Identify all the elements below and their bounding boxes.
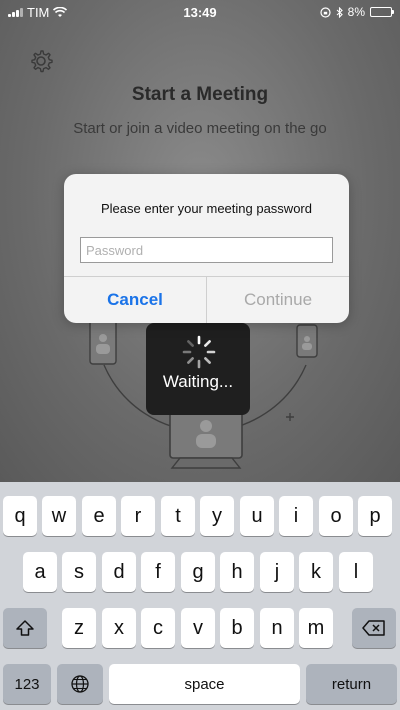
cancel-button[interactable]: Cancel <box>64 277 207 323</box>
key-z[interactable]: z <box>62 608 96 648</box>
numbers-key[interactable]: 123 <box>3 664 51 704</box>
key-c[interactable]: c <box>141 608 175 648</box>
key-l[interactable]: l <box>339 552 373 592</box>
key-j[interactable]: j <box>260 552 294 592</box>
globe-key[interactable] <box>57 664 103 704</box>
page-subtitle: Start or join a video meeting on the go <box>73 120 327 137</box>
backspace-icon <box>362 620 385 636</box>
key-g[interactable]: g <box>181 552 215 592</box>
return-key[interactable]: return <box>306 664 397 704</box>
dialog-message: Please enter your meeting password <box>100 201 312 216</box>
key-d[interactable]: d <box>102 552 136 592</box>
key-e[interactable]: e <box>82 496 116 536</box>
key-v[interactable]: v <box>181 608 215 648</box>
orientation-lock-icon <box>320 6 331 18</box>
carrier-label: TIM <box>27 4 50 20</box>
battery-icon <box>370 7 394 17</box>
app-screen: TIM 13:49 8% Start a Meeting Start or jo… <box>0 0 400 482</box>
status-right: 8% <box>242 5 394 19</box>
shift-icon <box>16 620 34 636</box>
key-a[interactable]: a <box>23 552 57 592</box>
continue-button[interactable]: Continue <box>207 277 349 323</box>
key-m[interactable]: m <box>299 608 333 648</box>
password-dialog: Please enter your meeting password Cance… <box>64 174 349 323</box>
battery-percent: 8% <box>347 5 365 19</box>
loading-spinner-icon <box>182 335 216 369</box>
key-i[interactable]: i <box>279 496 313 536</box>
bluetooth-icon <box>336 6 343 18</box>
key-q[interactable]: q <box>3 496 37 536</box>
key-u[interactable]: u <box>240 496 274 536</box>
status-bar: TIM 13:49 8% <box>0 0 400 24</box>
wifi-icon <box>53 6 68 17</box>
globe-icon <box>71 675 89 693</box>
key-t[interactable]: t <box>161 496 195 536</box>
key-n[interactable]: n <box>260 608 294 648</box>
key-k[interactable]: k <box>299 552 333 592</box>
loading-text: Waiting... <box>162 372 234 391</box>
password-input[interactable] <box>80 237 333 263</box>
signal-icon <box>8 7 23 17</box>
key-f[interactable]: f <box>141 552 175 592</box>
key-x[interactable]: x <box>102 608 136 648</box>
key-o[interactable]: o <box>319 496 353 536</box>
key-h[interactable]: h <box>220 552 254 592</box>
key-b[interactable]: b <box>220 608 254 648</box>
key-w[interactable]: w <box>42 496 76 536</box>
page-title: Start a Meeting <box>131 84 269 105</box>
key-s[interactable]: s <box>62 552 96 592</box>
shift-key[interactable] <box>3 608 47 648</box>
status-time: 13:49 <box>183 4 217 20</box>
dialog-actions: Cancel Continue <box>64 276 349 323</box>
gear-icon[interactable] <box>28 48 54 74</box>
space-key[interactable]: space <box>109 664 300 704</box>
key-y[interactable]: y <box>200 496 234 536</box>
delete-key[interactable] <box>352 608 396 648</box>
key-p[interactable]: p <box>358 496 392 536</box>
keyboard: q w e r t y u i o p a s d f g h j k l z … <box>0 482 400 710</box>
key-r[interactable]: r <box>121 496 155 536</box>
status-left: TIM <box>8 5 158 20</box>
